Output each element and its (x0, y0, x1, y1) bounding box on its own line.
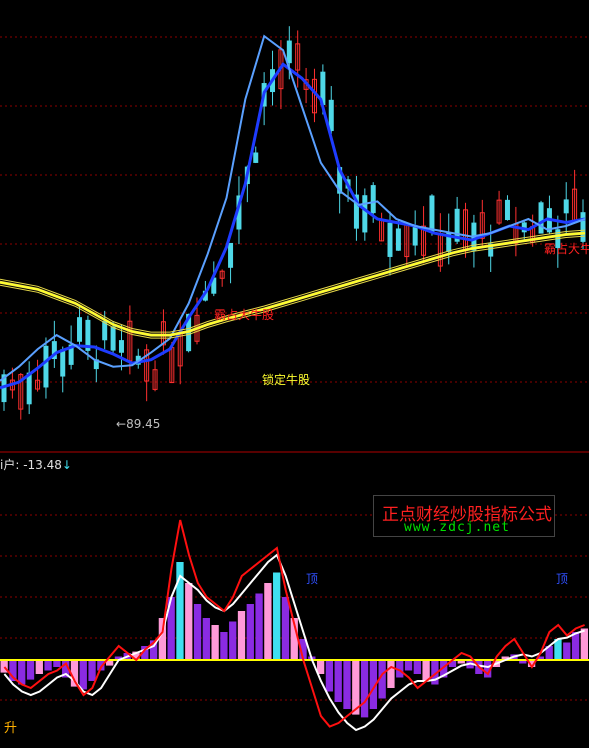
histogram-bar (193, 604, 202, 660)
candle-body (253, 152, 259, 163)
candle-body (228, 242, 234, 268)
low-price-value: 89.45 (126, 417, 161, 431)
low-price-arrow: ← (116, 417, 127, 431)
histogram-bar (422, 660, 430, 681)
indicator-value: i户: -13.48 (0, 458, 62, 472)
candle-body (504, 199, 510, 221)
candle-body (362, 195, 368, 233)
histogram-bar (229, 621, 237, 660)
candle-body (395, 228, 401, 251)
histogram-bar (44, 660, 52, 671)
histogram-bar (53, 660, 61, 667)
histogram-bar (360, 660, 369, 718)
candle-body (118, 340, 124, 353)
candle-body (429, 195, 435, 232)
watermark-box: 正点财经炒股指标公式 www.zdcj.net (373, 495, 555, 537)
histogram-bar (79, 660, 87, 690)
histogram-bar (334, 660, 342, 702)
histogram-bar (211, 625, 219, 660)
marker-a: 顶 (306, 572, 319, 586)
low-price-label: ←89.45 (116, 417, 160, 431)
bull-label-right: 霸占大牛 (544, 242, 589, 256)
histogram-bar (18, 660, 26, 685)
histogram-bar (255, 593, 263, 660)
indicator-label: i户: -13.48↓ (0, 456, 72, 473)
grid (0, 36, 589, 701)
candle-body (370, 185, 376, 214)
histogram-bar (563, 642, 571, 660)
candle-body (286, 40, 292, 64)
histogram-bar (185, 583, 193, 660)
histogram-bar (580, 628, 588, 660)
histogram-bar (325, 660, 334, 692)
down-arrow-icon: ↓ (61, 458, 72, 472)
candle-body (110, 326, 116, 351)
candle-body (77, 317, 83, 342)
candle-body (43, 345, 49, 388)
histogram-bar (26, 660, 35, 680)
histogram-bar (273, 572, 281, 660)
watermark-url[interactable]: www.zdcj.net (404, 520, 510, 535)
bull-label-left: 霸占大牛股 (214, 308, 275, 322)
histogram-bar (404, 660, 413, 671)
candle-body (387, 222, 393, 257)
candle-body (563, 199, 569, 214)
lower-indicator-panel (0, 519, 589, 732)
candle-body (538, 202, 544, 234)
histogram-bar (202, 618, 210, 660)
histogram-bar (220, 632, 228, 660)
candle-body (102, 320, 108, 341)
histogram-bar (264, 583, 272, 660)
upper-price-panel (0, 26, 586, 420)
candle-body (412, 225, 418, 246)
histogram-bar (343, 660, 351, 709)
histogram-bar (387, 660, 395, 688)
candle-body (60, 349, 66, 377)
candle-body (328, 99, 334, 132)
lock-label: 锁定牛股 (262, 373, 311, 387)
candle-body (26, 372, 32, 405)
histogram-bar (237, 611, 246, 660)
histogram-bar (413, 660, 421, 674)
histogram-bar (571, 632, 580, 660)
histogram-bar (246, 604, 254, 660)
histogram-bar (281, 597, 290, 660)
histogram-bar (35, 660, 43, 674)
marker-rise: 升 (4, 721, 18, 736)
marker-b: 顶 (556, 572, 569, 586)
candle-body (580, 212, 586, 242)
histogram-bar (88, 660, 96, 681)
